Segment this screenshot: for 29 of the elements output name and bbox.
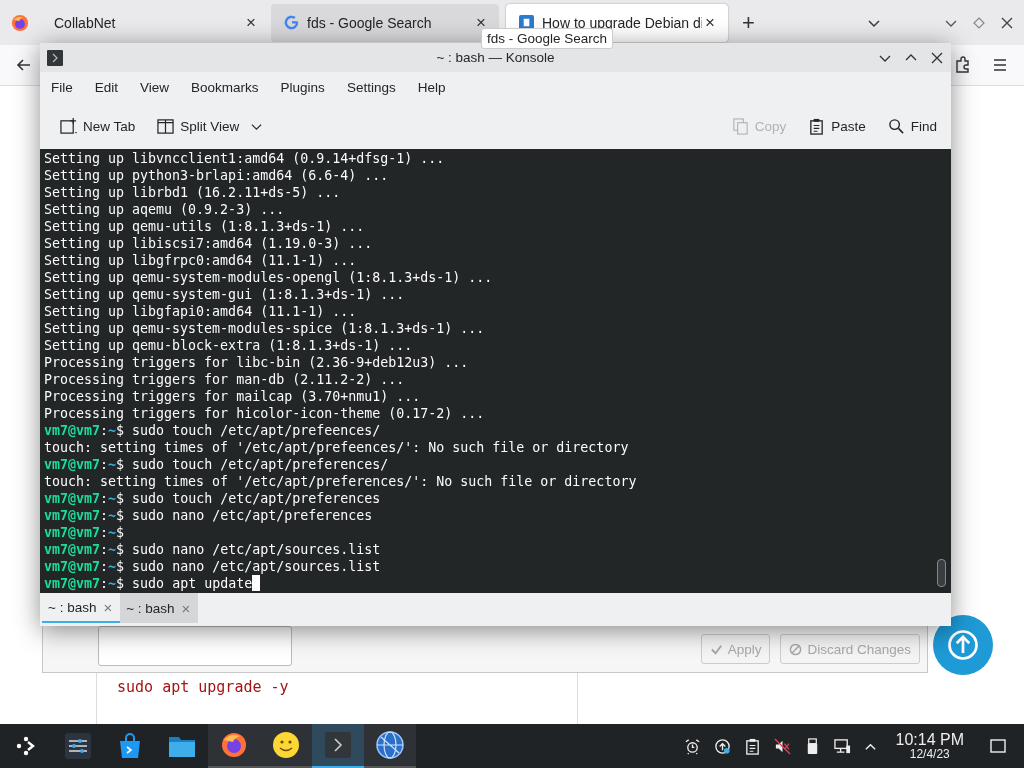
terminal-output-line: Setting up aqemu (0.9.2-3) ... — [44, 201, 285, 218]
terminal-output-line: Setting up libiscsi7:amd64 (1.19.0-3) ... — [44, 235, 373, 252]
window-title: ~ : bash — Konsole — [436, 50, 555, 65]
terminal-output-line: Processing triggers for hicolor-icon-theme (0.17-2) ... — [44, 405, 485, 422]
tab-tooltip: fds - Google Search — [481, 28, 614, 49]
terminal-command-line: vm7@vm7:~$ — [44, 524, 125, 541]
code-text: sudo apt upgrade -y — [117, 678, 289, 696]
terminal-command-line: vm7@vm7:~$ sudo nano /etc/apt/preferences — [44, 507, 373, 524]
terminal-command-line: vm7@vm7:~$ sudo touch /etc/apt/preferences — [44, 490, 381, 507]
terminal-output-line: touch: setting times of '/etc/apt/preferences/': No such file or directory — [44, 473, 637, 490]
terminal-command-line: vm7@vm7:~$ sudo apt update — [44, 575, 253, 592]
terminal-output-line: Processing triggers for libc-bin (2.36-9+deb12u3) ... — [44, 354, 469, 371]
terminal-command-line: vm7@vm7:~$ sudo touch /etc/apt/prefeences/ — [44, 422, 381, 439]
terminal-output-line: Setting up qemu-block-extra (1:8.1.3+ds-1) ... — [44, 337, 413, 354]
terminal-command-line: vm7@vm7:~$ sudo touch /etc/apt/preferences/ — [44, 456, 389, 473]
terminal-output-line: Setting up qemu-system-gui (1:8.1.3+ds-1) ... — [44, 286, 405, 303]
terminal-output-line: Setting up libvncclient1:amd64 (0.9.14+dfsg-1) ... — [44, 150, 445, 167]
terminal-output-line: touch: setting times of '/etc/apt/prefeences/': No such file or directory — [44, 439, 629, 456]
terminal-output-line: Setting up librbd1 (16.2.11+ds-5) ... — [44, 184, 341, 201]
terminal-command-line: vm7@vm7:~$ sudo nano /etc/apt/sources.list — [44, 541, 381, 558]
terminal-output-line: Processing triggers for man-db (2.11.2-2) ... — [44, 371, 405, 388]
terminal-output-line: Setting up qemu-utils (1:8.1.3+ds-1) ... — [44, 218, 365, 235]
terminal-output-line: Setting up libgfrpc0:amd64 (11.1-1) ... — [44, 252, 357, 269]
terminal-output-line: Processing triggers for mailcap (3.70+nmu1) ... — [44, 388, 421, 405]
terminal-output-line: Setting up python3-brlapi:amd64 (6.6-4) ... — [44, 167, 389, 184]
terminal-output-line: Setting up qemu-system-modules-opengl (1:8.1.3+ds-1) ... — [44, 269, 493, 286]
terminal-command-line: vm7@vm7:~$ sudo nano /etc/apt/sources.list — [44, 558, 381, 575]
terminal-output-line: Setting up qemu-system-modules-spice (1:8.1.3+ds-1) ... — [44, 320, 485, 337]
terminal-output-line: Setting up libgfapi0:amd64 (11.1-1) ... — [44, 303, 357, 320]
